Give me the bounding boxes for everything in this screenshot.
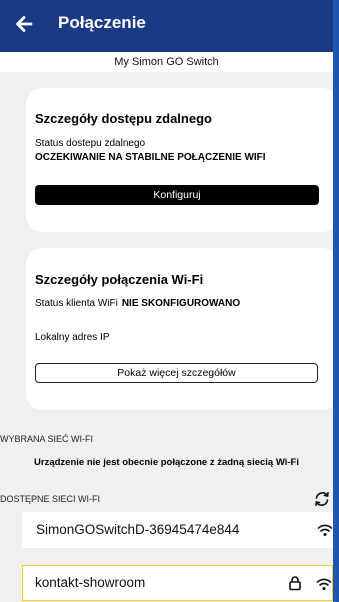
arrow-left-icon [16, 16, 33, 32]
network-item-simon[interactable]: SimonGOSwitchD-36945474e844 [22, 512, 333, 548]
window-edge [333, 0, 339, 602]
lock-icon [289, 576, 301, 591]
local-ip-label: Lokalny adres IP [35, 332, 110, 343]
remote-access-title: Szczegóły dostępu zdalnego [35, 111, 212, 126]
network-name: kontakt-showroom [35, 575, 146, 590]
available-networks-label: DOSTĘPNE SIECI WI-FI [0, 494, 101, 504]
no-network-notice: Urządzenie nie jest obecnie połączone z … [34, 457, 299, 468]
refresh-networks-button[interactable] [311, 488, 333, 510]
connection-screen: Połączenie My Simon GO Switch Szczegóły … [0, 0, 333, 602]
selected-network-label: WYBRANA SIEĆ WI-FI [0, 434, 94, 444]
wifi-client-status-value: NIE SKONFIGUROWANO [121, 298, 241, 309]
remote-status-label: Status dostepu zdalnego [35, 138, 146, 149]
app-header: Połączenie [0, 0, 333, 52]
network-name: SimonGOSwitchD-36945474e844 [36, 522, 240, 537]
remote-access-card: Szczegóły dostępu zdalnego Status dostep… [26, 88, 333, 232]
back-button[interactable] [8, 8, 40, 40]
wifi-client-status: Status klienta WiFi NIE SKONFIGUROWANO [35, 298, 240, 309]
show-more-details-button[interactable]: Pokaż więcej szczegółów [35, 363, 318, 383]
wifi-details-title: Szczegóły połączenia Wi-Fi [35, 272, 204, 287]
device-name: My Simon GO Switch [0, 52, 333, 72]
page-title: Połączenie [58, 13, 146, 32]
wifi-details-card: Szczegóły połączenia Wi-Fi Status klient… [26, 248, 333, 410]
wifi-icon [316, 578, 332, 590]
wifi-client-status-label: Status klienta WiFi [35, 298, 118, 309]
network-item-kontakt-showroom[interactable]: kontakt-showroom [22, 565, 333, 601]
refresh-icon [315, 492, 329, 506]
wifi-icon [317, 524, 333, 536]
configure-button[interactable]: Konfiguruj [35, 185, 319, 205]
remote-status-value: OCZEKIWANIE NA STABILNE POŁĄCZENIE WIFI [35, 152, 266, 163]
